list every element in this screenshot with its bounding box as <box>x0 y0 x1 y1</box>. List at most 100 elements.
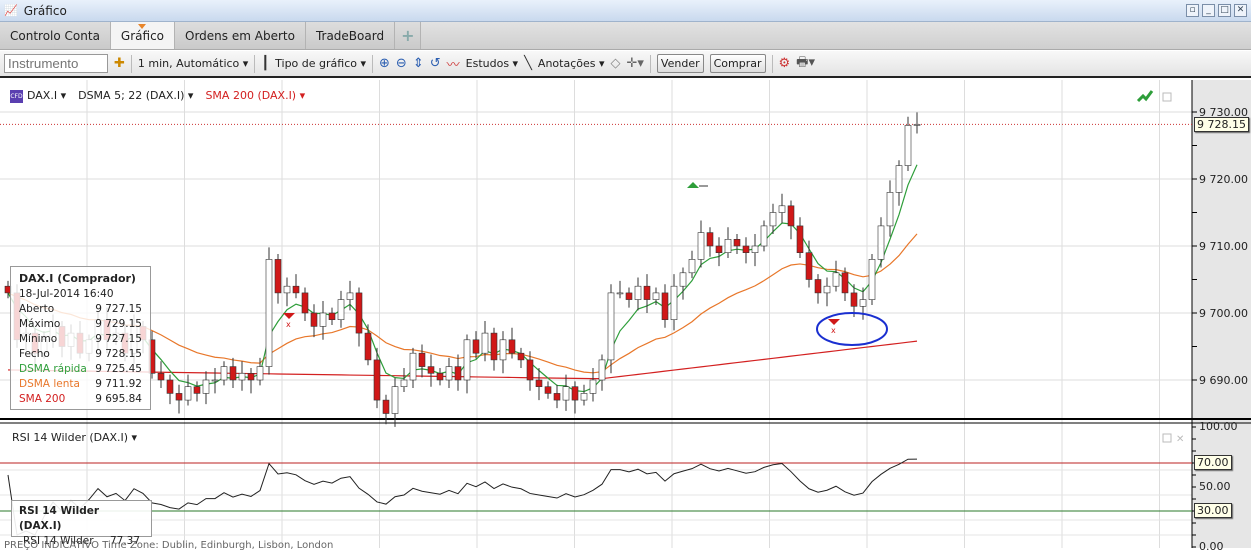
candle-down <box>742 245 750 253</box>
info-value: 9 711.92 <box>95 378 142 390</box>
info-label: SMA 200 <box>19 393 66 405</box>
price-tick: 9 700.00 <box>1199 307 1248 320</box>
candle-down <box>553 393 561 401</box>
close-rsi-panel-icon: ✕ <box>1176 434 1184 445</box>
info-label: DSMA rápida <box>19 363 87 375</box>
candle-down <box>454 366 462 381</box>
info-label: Aberto <box>19 303 55 315</box>
candle-up <box>283 285 291 294</box>
rsi-tick: 100.00 <box>1199 420 1238 433</box>
rsi-tick: 0.00 <box>1199 540 1224 553</box>
candle-up <box>598 359 606 381</box>
candle-down <box>427 366 435 374</box>
rsi-tick: 50.00 <box>1199 480 1231 493</box>
candle-down <box>364 332 372 361</box>
candle-up <box>634 285 642 300</box>
candle-down <box>472 339 480 354</box>
candle-down <box>805 252 813 280</box>
candle-up <box>202 379 210 394</box>
candle-up <box>895 165 903 193</box>
candle-up <box>904 125 912 166</box>
candle-up <box>589 379 597 394</box>
candle-up <box>265 259 273 367</box>
candle-up <box>877 225 885 260</box>
candle-down <box>382 399 390 414</box>
candle-down <box>157 372 165 381</box>
candle-up <box>184 386 192 401</box>
dsma-selector[interactable]: DSMA 5; 22 (DAX.I) ▾ <box>78 89 193 103</box>
candle-down <box>355 292 363 334</box>
info-value: 9 729.15 <box>95 318 142 330</box>
candle-up <box>499 339 507 361</box>
candle-up <box>238 372 246 381</box>
sell-x-icon: x <box>286 320 291 329</box>
info-label: Máximo <box>19 318 61 330</box>
candle-down <box>292 285 300 294</box>
ohlc-info-box: DAX.I (Comprador) 18-Jul-2014 16:40 Aber… <box>10 266 151 410</box>
candle-down <box>787 205 795 227</box>
info-value: 9 725.45 <box>95 363 142 375</box>
rsi-info-box: RSI 14 Wilder (DAX.I) RSI 14 Wilder 77.37 <box>11 500 152 547</box>
candle-up <box>256 366 264 381</box>
candle-down <box>193 386 201 394</box>
candle-up <box>679 272 687 287</box>
candle-up <box>769 212 777 227</box>
info-value: 9 727.15 <box>95 333 142 345</box>
candle-down <box>544 386 552 394</box>
candle-up <box>346 292 354 300</box>
candle-up <box>400 379 408 387</box>
price-chart[interactable]: x x ✕ <box>0 0 1251 548</box>
chart-legend: CFD DAX.I ▾ DSMA 5; 22 (DAX.I) ▾ SMA 200 … <box>10 89 305 103</box>
candle-down <box>796 225 804 253</box>
candle-up <box>607 292 615 361</box>
info-label: DSMA lenta <box>19 378 80 390</box>
sma-selector[interactable]: SMA 200 (DAX.I) ▾ <box>205 89 305 103</box>
candle-down <box>373 359 381 401</box>
sell-x-icon: x <box>831 326 836 335</box>
candle-down <box>715 245 723 253</box>
candle-up <box>886 192 894 227</box>
symbol-label: DAX.I ▾ <box>27 89 67 102</box>
candle-up <box>832 272 840 287</box>
info-label: Mínimo <box>19 333 58 345</box>
candle-up <box>751 245 759 253</box>
symbol-selector[interactable]: CFD DAX.I ▾ <box>10 89 66 103</box>
rsi-info-title: RSI 14 Wilder (DAX.I) <box>19 505 100 532</box>
candle-down <box>490 332 498 361</box>
candle-down <box>814 279 822 294</box>
rsi-selector[interactable]: RSI 14 Wilder (DAX.I) ▾ <box>12 431 137 444</box>
candle-down <box>166 379 174 394</box>
candle-up <box>580 393 588 401</box>
cfd-icon: CFD <box>10 89 23 103</box>
candle-down <box>850 292 858 307</box>
candle-down <box>706 232 714 247</box>
candle-down <box>175 393 183 401</box>
candle-up <box>778 205 786 213</box>
candle-up <box>481 332 489 354</box>
candle-up <box>211 379 219 382</box>
candle-up <box>337 299 345 321</box>
candle-up <box>445 366 453 381</box>
candle-down <box>643 285 651 300</box>
candle-down <box>229 366 237 381</box>
candle-down <box>625 292 633 300</box>
candle-down <box>436 372 444 381</box>
rsi-lower-tag: 30.00 <box>1194 503 1232 518</box>
candle-up <box>823 285 831 294</box>
candle-down <box>418 352 426 367</box>
candle-down <box>526 359 534 381</box>
candle-up <box>463 339 471 381</box>
candle-down <box>535 379 543 387</box>
candle-up <box>859 299 867 307</box>
candle-down <box>571 386 579 401</box>
footer-status: PREÇO INDICATIVO Time Zone: Dublin, Edin… <box>4 540 334 551</box>
candle-up <box>319 312 327 327</box>
candle-down <box>274 259 282 294</box>
candle-down <box>247 372 255 381</box>
info-label: Fecho <box>19 348 50 360</box>
candle-down <box>661 292 669 320</box>
candle-down <box>841 272 849 294</box>
candle-up <box>652 292 660 300</box>
last-price-tag: 9 728.15 <box>1194 117 1249 132</box>
candle-up <box>220 366 228 381</box>
